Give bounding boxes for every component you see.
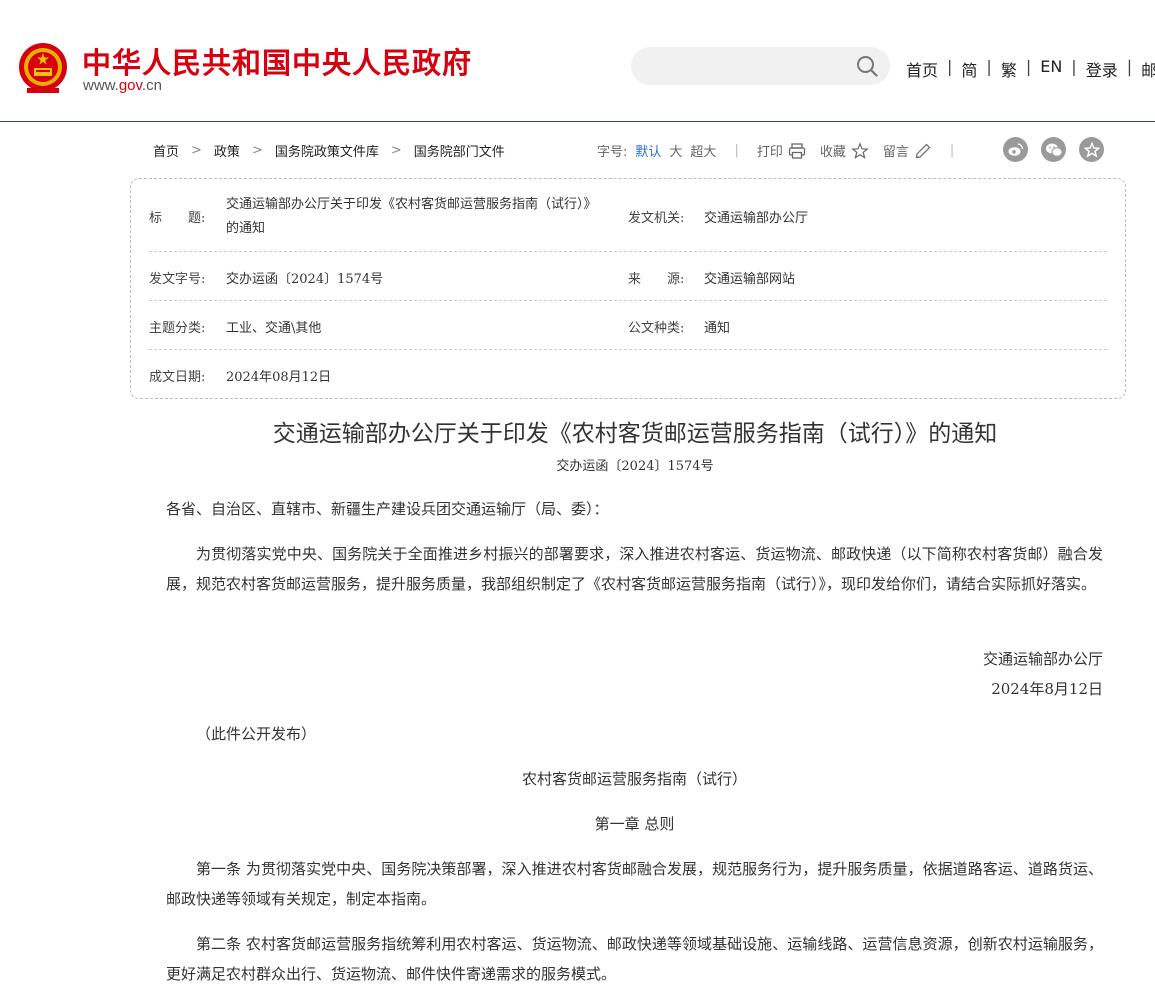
nav-home[interactable]: 首页	[906, 57, 938, 81]
source-value: 交通运输部网站	[704, 272, 796, 287]
nav-mail[interactable]: 邮箱	[1141, 57, 1155, 81]
chevron-right-icon: >	[191, 143, 202, 158]
title-label: 标 题:	[149, 211, 206, 226]
breadcrumb-department-docs[interactable]: 国务院部门文件	[414, 141, 505, 160]
font-size-xlarge[interactable]: 超大	[690, 141, 716, 160]
document-info-box: 标 题: 交通运输部办公厅关于印发《农村客货邮运营服务指南（试行）》的通知 发文…	[130, 178, 1126, 399]
nav-separator: |	[1126, 57, 1133, 76]
docno-value: 交办运函〔2024〕1574号	[226, 272, 384, 287]
printer-icon[interactable]	[788, 142, 806, 160]
breadcrumb-policy[interactable]: 政策	[214, 141, 240, 160]
guide-title: 农村客货邮运营服务指南（试行）	[521, 770, 747, 788]
site-url-suffix: .cn	[141, 77, 162, 94]
search-input[interactable]	[631, 47, 890, 85]
article-doc-number: 交办运函〔2024〕1574号	[556, 459, 714, 474]
site-url[interactable]: www.gov.cn	[83, 77, 162, 94]
breadcrumb-home[interactable]: 首页	[153, 141, 179, 160]
font-size-large[interactable]: 大	[669, 141, 682, 160]
star-icon[interactable]	[850, 141, 869, 160]
favorite-button[interactable]: 收藏	[820, 141, 846, 160]
weibo-icon	[1008, 143, 1024, 156]
top-nav: 首页 | 简 | 繁 | EN | 登录 | 邮箱	[906, 57, 1155, 81]
wechat-icon	[1045, 143, 1062, 157]
national-emblem-icon[interactable]	[17, 40, 69, 96]
nav-traditional[interactable]: 繁	[1001, 57, 1017, 81]
nav-separator: |	[986, 57, 992, 76]
date-value: 2024年08月12日	[226, 370, 332, 385]
date-label: 成文日期:	[149, 370, 206, 385]
font-size-default[interactable]: 默认	[635, 141, 661, 160]
nav-english[interactable]: EN	[1040, 57, 1062, 81]
print-button[interactable]: 打印	[757, 141, 783, 160]
chevron-right-icon: >	[390, 143, 402, 158]
docno-label: 发文字号:	[149, 272, 206, 287]
article-clause-1: 第一条 为贯彻落实党中央、国务院决策部署，深入推进农村客货邮融合发展，规范服务行…	[166, 860, 1103, 908]
topic-value: 工业、交通\其他	[226, 321, 322, 336]
font-size-label: 字号:	[597, 145, 628, 160]
pencil-icon[interactable]	[914, 142, 932, 160]
doc-type-value: 通知	[704, 321, 731, 336]
chapter-heading: 第一章 总则	[594, 815, 675, 833]
issuer-label: 发文机关:	[628, 211, 685, 226]
toolbar-separator: |	[949, 143, 955, 158]
nav-separator: |	[1071, 57, 1077, 76]
site-title[interactable]: 中华人民共和国中央人民政府	[82, 40, 472, 82]
wechat-share-button[interactable]	[1041, 137, 1066, 162]
favorite-share-button[interactable]	[1079, 137, 1104, 162]
source-label: 来 源:	[628, 272, 685, 287]
site-url-prefix: www.	[83, 77, 119, 94]
title-value: 交通运输部办公厅关于印发《农村客货邮运营服务指南（试行）》的通知	[226, 197, 597, 236]
nav-separator: |	[1025, 57, 1032, 76]
article-sign-date: 2024年8月12日	[991, 680, 1103, 698]
weibo-share-button[interactable]	[1003, 137, 1028, 162]
nav-separator: |	[947, 57, 953, 76]
issuer-value: 交通运输部办公厅	[704, 211, 809, 226]
article-clause-2: 第二条 农村客货邮运营服务指统筹利用农村客运、货运物流、邮政快递等领域基础设施、…	[166, 935, 1103, 983]
nav-login[interactable]: 登录	[1086, 57, 1118, 81]
nav-simplified[interactable]: 简	[961, 57, 977, 81]
topic-label: 主题分类:	[149, 321, 206, 336]
breadcrumb-policy-library[interactable]: 国务院政策文件库	[275, 141, 379, 160]
article-salutation: 各省、自治区、直辖市、新疆生产建设兵团交通运输厅（局、委）：	[166, 500, 609, 518]
toolbar-separator: |	[734, 143, 739, 158]
article-signer: 交通运输部办公厅	[982, 650, 1103, 668]
site-url-domain: gov	[118, 77, 142, 94]
chevron-right-icon: >	[251, 143, 263, 158]
share-buttons	[1003, 137, 1104, 162]
doc-type-label: 公文种类:	[628, 321, 685, 336]
article-body: 为贯彻落实党中央、国务院关于全面推进乡村振兴的部署要求，深入推进农村客运、货运物…	[166, 545, 1103, 593]
star-outline-icon	[1083, 141, 1100, 158]
search-icon[interactable]	[856, 55, 878, 77]
site-header: 中华人民共和国中央人民政府 www.gov.cn 首页 | 简 | 繁 | EN | 登…	[0, 0, 1155, 122]
article-toolbar: 字号: 默认 大 超大 | 打印 收藏 留言 |	[597, 141, 972, 160]
comment-button[interactable]: 留言	[883, 141, 909, 160]
breadcrumb: 首页 > 政策 > 国务院政策文件库 > 国务院部门文件	[153, 141, 505, 160]
article-public-note: （此件公开发布）	[196, 725, 317, 743]
article-title: 交通运输部办公厅关于印发《农村客货邮运营服务指南（试行）》的通知	[272, 421, 998, 447]
